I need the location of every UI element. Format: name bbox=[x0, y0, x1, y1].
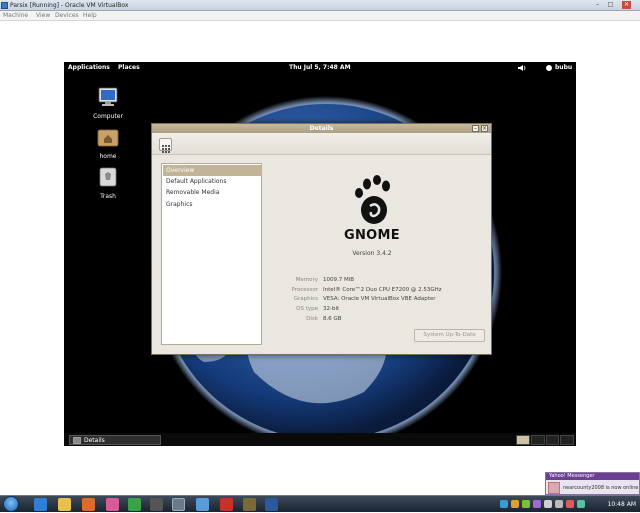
details-close-button[interactable]: × bbox=[481, 125, 488, 132]
app-icon[interactable] bbox=[196, 498, 209, 511]
computer-icon bbox=[98, 87, 118, 106]
workspace-2[interactable] bbox=[530, 435, 545, 445]
sidebar-item-removable-media[interactable]: Removable Media bbox=[163, 187, 262, 198]
details-titlebar[interactable]: Details – × bbox=[152, 124, 491, 133]
details-title: Details bbox=[309, 125, 334, 132]
network-icon[interactable] bbox=[544, 500, 552, 508]
yahoo-header: Yahoo! Messenger bbox=[546, 473, 639, 480]
vbox-menubar: Machine View Devices Help bbox=[0, 11, 640, 21]
tray-icon[interactable] bbox=[577, 500, 585, 508]
tray-icon[interactable] bbox=[522, 500, 530, 508]
panel-clock[interactable]: Thu Jul 5, 7:48 AM bbox=[289, 62, 351, 74]
vbox-titlebar[interactable]: Parsix [Running] - Oracle VM VirtualBox … bbox=[0, 0, 640, 11]
window-icon bbox=[73, 437, 81, 444]
info-value-graphics: VESA: Oracle VM VirtualBox VBE Adapter bbox=[323, 296, 436, 302]
app-icon[interactable] bbox=[265, 498, 278, 511]
user-name[interactable]: bubu bbox=[555, 62, 572, 74]
taskbar-details-label: Details bbox=[84, 437, 105, 444]
yahoo-notification[interactable]: Yahoo! Messenger nearcounty2008 is now o… bbox=[545, 472, 640, 495]
gnome-bottom-panel: Details bbox=[64, 433, 576, 446]
applications-menu[interactable]: Applications bbox=[68, 62, 110, 74]
app-icon[interactable] bbox=[243, 498, 256, 511]
show-all-settings-button[interactable] bbox=[159, 138, 172, 153]
info-key-memory: Memory bbox=[295, 277, 318, 283]
info-key-os-type: OS type bbox=[296, 306, 318, 312]
menu-machine[interactable]: Machine bbox=[3, 11, 28, 21]
user-icon bbox=[546, 65, 552, 71]
grid-icon bbox=[162, 145, 170, 153]
info-key-disk: Disk bbox=[306, 316, 318, 322]
yahoo-message: nearcounty2008 is now online bbox=[563, 485, 639, 491]
app-icon[interactable] bbox=[106, 498, 119, 511]
info-key-processor: Processor bbox=[291, 287, 319, 293]
places-menu[interactable]: Places bbox=[118, 62, 140, 74]
taskbar-clock[interactable]: 10:48 AM bbox=[608, 496, 636, 513]
info-value-disk: 8.6 GB bbox=[323, 316, 342, 322]
workspace-3[interactable] bbox=[545, 435, 560, 445]
chrome-icon[interactable] bbox=[128, 498, 141, 511]
tray-icon[interactable] bbox=[500, 500, 508, 508]
sidebar-item-graphics[interactable]: Graphics bbox=[163, 199, 262, 210]
desktop-icon-label: home bbox=[99, 153, 117, 160]
desktop-icon-computer[interactable]: Computer bbox=[88, 86, 128, 121]
sidebar-item-default-applications[interactable]: Default Applications bbox=[163, 176, 262, 187]
menu-devices[interactable]: Devices bbox=[55, 11, 79, 21]
app-icon[interactable] bbox=[150, 498, 163, 511]
workspace-switcher[interactable] bbox=[516, 435, 574, 445]
details-toolbar bbox=[152, 133, 491, 155]
info-value-processor: Intel® Core™2 Duo CPU E7200 @ 2.53GHz bbox=[323, 287, 442, 293]
internet-explorer-icon[interactable] bbox=[34, 498, 47, 511]
folder-icon[interactable] bbox=[58, 498, 71, 511]
volume-icon[interactable] bbox=[517, 64, 527, 72]
virtualbox-taskbar-icon[interactable] bbox=[172, 498, 185, 511]
menu-help[interactable]: Help bbox=[83, 11, 97, 21]
window-title: Parsix [Running] - Oracle VM VirtualBox bbox=[10, 2, 129, 9]
yahoo-title: Yahoo! Messenger bbox=[549, 473, 595, 479]
firefox-icon[interactable] bbox=[82, 498, 95, 511]
desktop-icon-label: Computer bbox=[93, 113, 123, 120]
info-value-os-type: 32-bit bbox=[323, 306, 340, 312]
home-folder-icon bbox=[97, 129, 119, 147]
minimize-button[interactable]: – bbox=[593, 1, 602, 9]
gnome-logo-text: GNOME bbox=[344, 228, 400, 243]
maximize-button[interactable]: □ bbox=[606, 1, 615, 9]
gnome-foot-icon bbox=[355, 175, 390, 224]
info-key-graphics: Graphics bbox=[293, 296, 318, 302]
details-sidebar: Overview Default Applications Removable … bbox=[161, 163, 262, 345]
virtualbox-icon bbox=[1, 2, 8, 9]
avatar bbox=[548, 482, 560, 494]
info-value-memory: 1009.7 MiB bbox=[323, 277, 355, 283]
volume-tray-icon[interactable] bbox=[555, 500, 563, 508]
menu-view[interactable]: View bbox=[36, 11, 50, 21]
guest-screen[interactable]: Applications Places Thu Jul 5, 7:48 AM b… bbox=[64, 62, 576, 446]
desktop-icon-trash[interactable]: Trash bbox=[88, 166, 128, 201]
taskbar-details-button[interactable]: Details bbox=[69, 435, 161, 445]
start-button[interactable] bbox=[3, 496, 19, 512]
desktop-icon-home[interactable]: home bbox=[88, 126, 128, 161]
trash-icon bbox=[99, 167, 117, 187]
sidebar-item-overview[interactable]: Overview bbox=[163, 165, 262, 176]
windows-taskbar: 10:48 AM bbox=[0, 495, 640, 512]
tray-icon[interactable] bbox=[566, 500, 574, 508]
gnome-top-panel: Applications Places Thu Jul 5, 7:48 AM b… bbox=[64, 62, 576, 74]
tray-icon[interactable] bbox=[511, 500, 519, 508]
close-button[interactable]: ✕ bbox=[622, 1, 631, 9]
details-window[interactable]: Details – × Overview Default Application… bbox=[151, 123, 492, 355]
yahoo-tray-icon[interactable] bbox=[533, 500, 541, 508]
details-minimize-button[interactable]: – bbox=[472, 125, 479, 132]
system-up-to-date-button[interactable]: System Up-To-Date bbox=[414, 329, 485, 342]
opera-icon[interactable] bbox=[220, 498, 233, 511]
workspace-1[interactable] bbox=[516, 435, 530, 445]
desktop-icon-label: Trash bbox=[100, 193, 116, 200]
gnome-version: Version 3.4.2 bbox=[352, 250, 392, 257]
workspace-4[interactable] bbox=[560, 435, 574, 445]
